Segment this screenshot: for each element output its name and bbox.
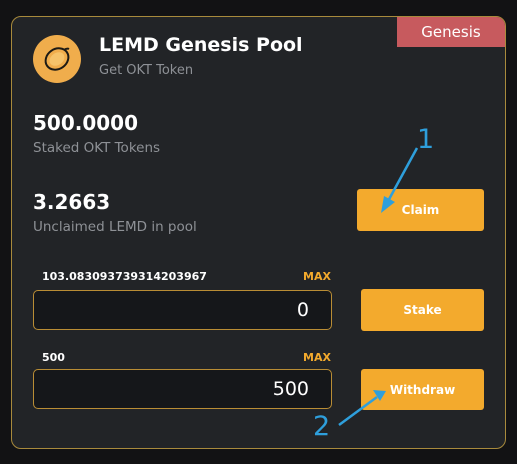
stake-amount-input[interactable] bbox=[33, 290, 332, 330]
genesis-badge: Genesis bbox=[397, 17, 505, 47]
withdraw-balance: 500 bbox=[42, 351, 65, 364]
withdraw-amount-input[interactable] bbox=[33, 369, 332, 409]
claim-button[interactable]: Claim bbox=[357, 189, 484, 231]
annotation-number-2: 2 bbox=[313, 411, 331, 442]
unclaimed-label: Unclaimed LEMD in pool bbox=[33, 219, 197, 235]
unclaimed-amount: 3.2663 bbox=[33, 190, 111, 214]
withdraw-max-button[interactable]: MAX bbox=[303, 351, 331, 364]
annotation-number-1: 1 bbox=[417, 124, 435, 155]
lemon-token-icon bbox=[33, 35, 81, 83]
stake-button[interactable]: Stake bbox=[361, 289, 484, 331]
pool-title: LEMD Genesis Pool bbox=[99, 34, 303, 56]
staked-amount: 500.0000 bbox=[33, 111, 139, 135]
stake-balance: 103.083093739314203967 bbox=[42, 270, 207, 283]
stake-max-button[interactable]: MAX bbox=[303, 270, 331, 283]
pool-subtitle: Get OKT Token bbox=[99, 63, 194, 78]
staked-label: Staked OKT Tokens bbox=[33, 140, 161, 156]
withdraw-button[interactable]: Withdraw bbox=[361, 369, 484, 410]
